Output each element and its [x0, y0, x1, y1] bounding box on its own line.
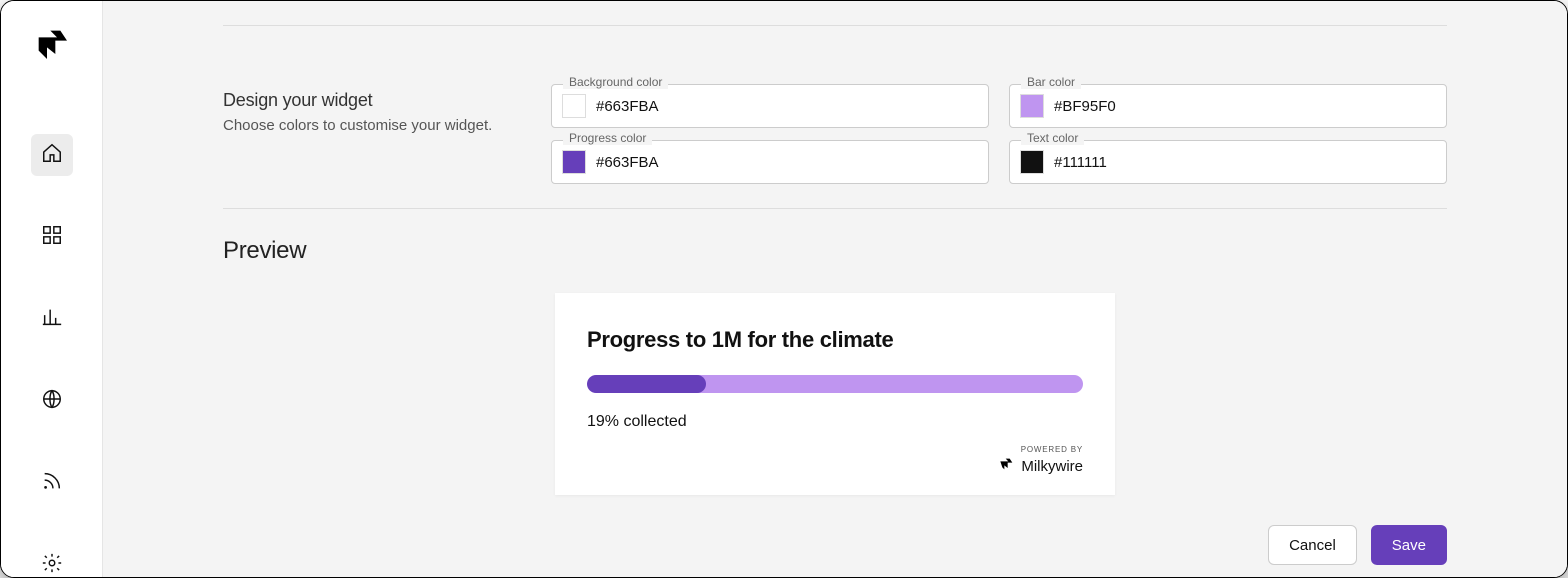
- color-swatch[interactable]: [562, 94, 586, 118]
- progress-bar-track: [587, 375, 1083, 393]
- color-swatch[interactable]: [1020, 150, 1044, 174]
- field-label: Progress color: [563, 131, 652, 145]
- design-title: Design your widget: [223, 90, 503, 111]
- home-icon: [41, 142, 63, 169]
- form-actions: Cancel Save: [103, 495, 1567, 565]
- color-swatch[interactable]: [1020, 94, 1044, 118]
- preview-widget: Progress to 1M for the climate 19% colle…: [555, 293, 1115, 495]
- powered-by-brand-name: Milkywire: [1021, 458, 1083, 475]
- progress-color-input[interactable]: [596, 154, 978, 171]
- bar-chart-icon: [41, 306, 63, 333]
- powered-by-label: POWERED BY: [587, 445, 1083, 454]
- bar-color-field: Bar color: [1009, 84, 1447, 128]
- sidebar-nav: [31, 134, 73, 578]
- background-color-input[interactable]: [596, 98, 978, 115]
- preview-heading: Preview: [223, 237, 1447, 265]
- rss-icon: [41, 470, 63, 497]
- sidebar-item-settings[interactable]: [31, 544, 73, 578]
- sidebar-item-analytics[interactable]: [31, 298, 73, 340]
- field-label: Bar color: [1021, 75, 1081, 89]
- save-button[interactable]: Save: [1371, 525, 1447, 565]
- progress-color-field: Progress color: [551, 140, 989, 184]
- sidebar-item-apps[interactable]: [31, 216, 73, 258]
- globe-icon: [41, 388, 63, 415]
- main-panel: Design your widget Choose colors to cust…: [103, 1, 1567, 577]
- color-swatch[interactable]: [562, 150, 586, 174]
- design-section: Design your widget Choose colors to cust…: [223, 44, 1447, 184]
- field-label: Background color: [563, 75, 668, 89]
- powered-by: POWERED BY Milkywire: [587, 445, 1083, 477]
- powered-by-brand: Milkywire: [999, 456, 1083, 476]
- sidebar-item-globe[interactable]: [31, 380, 73, 422]
- bar-color-input[interactable]: [1054, 98, 1436, 115]
- design-subtitle: Choose colors to customise your widget.: [223, 117, 503, 134]
- text-color-field: Text color: [1009, 140, 1447, 184]
- sidebar: [1, 1, 103, 577]
- collected-text: 19% collected: [587, 413, 1083, 431]
- apps-icon: [41, 224, 63, 251]
- color-fields: Background color Bar color: [551, 44, 1447, 184]
- background-color-field: Background color: [551, 84, 989, 128]
- progress-bar-fill: [587, 375, 706, 393]
- divider: [223, 208, 1447, 209]
- divider: [223, 25, 1447, 26]
- sidebar-item-home[interactable]: [31, 134, 73, 176]
- brand-logo: [35, 29, 69, 74]
- text-color-input[interactable]: [1054, 154, 1436, 171]
- milkywire-icon: [999, 456, 1015, 476]
- cancel-button[interactable]: Cancel: [1268, 525, 1357, 565]
- sidebar-item-rss[interactable]: [31, 462, 73, 504]
- field-label: Text color: [1021, 131, 1084, 145]
- app-shell: Design your widget Choose colors to cust…: [0, 0, 1568, 578]
- gear-icon: [41, 552, 63, 578]
- widget-title: Progress to 1M for the climate: [587, 327, 1083, 353]
